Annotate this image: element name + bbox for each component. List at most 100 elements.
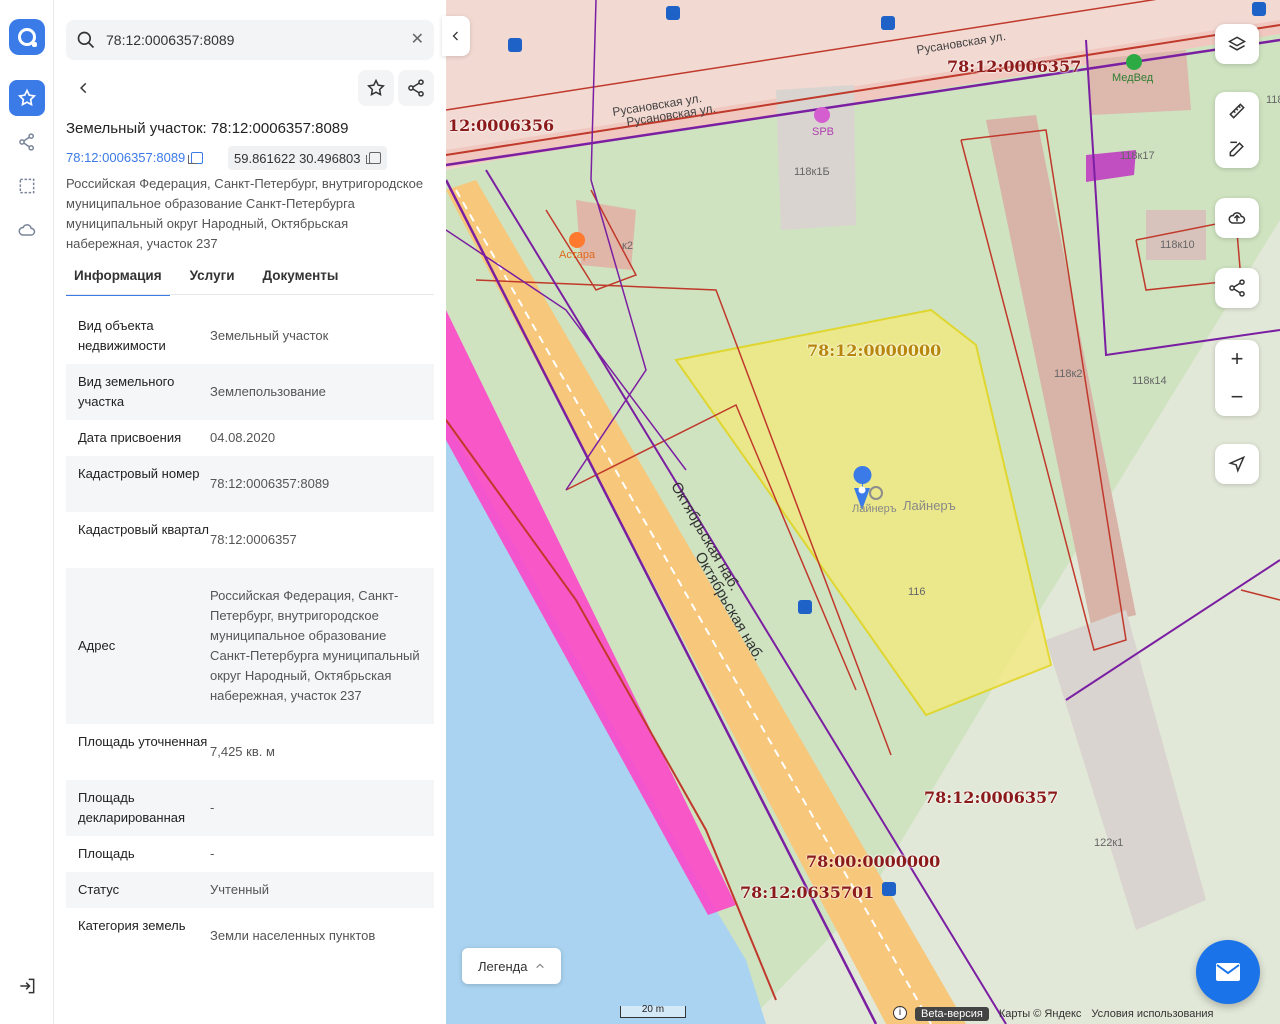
- layers-icon: [1227, 36, 1247, 51]
- spb-marker-icon[interactable]: [814, 107, 830, 123]
- copyright-text[interactable]: Карты © Яндекс: [999, 1008, 1082, 1020]
- tab-documents[interactable]: Документы: [255, 264, 347, 296]
- draw-tools-group: [1215, 92, 1259, 168]
- search-bar[interactable]: 78:12:0006357:8089 ✕: [66, 20, 434, 60]
- star-icon: [367, 78, 385, 96]
- info-icon[interactable]: i: [893, 1006, 907, 1020]
- upload-button[interactable]: [1215, 198, 1259, 238]
- poi-label[interactable]: МедВед: [1112, 72, 1153, 84]
- cadastral-quarter-label[interactable]: 78:00:0000000: [806, 852, 940, 871]
- row-key: Категория земель: [78, 918, 186, 933]
- cloud-icon[interactable]: [9, 212, 45, 248]
- row-key: Дата присвоения: [78, 430, 182, 445]
- legend-button[interactable]: Легенда: [462, 948, 562, 984]
- row-key: Вид земельного участка: [78, 374, 175, 409]
- back-button[interactable]: [70, 76, 98, 100]
- edit-button[interactable]: [1215, 130, 1259, 168]
- poi-label[interactable]: SPB: [812, 126, 834, 138]
- building-118k10: [1146, 210, 1206, 260]
- row-key: Вид объекта недвижимости: [78, 318, 166, 353]
- poi-label[interactable]: Лайнеръ: [852, 503, 897, 515]
- transit-stop-icon[interactable]: [881, 16, 895, 30]
- row-key: Кадастровый номер: [78, 466, 200, 481]
- search-input[interactable]: 78:12:0006357:8089: [106, 32, 234, 48]
- chevron-left-icon: [80, 82, 87, 94]
- table-row: Статус Учтенный: [66, 872, 434, 908]
- row-key: Кадастровый квартал: [78, 522, 209, 537]
- navigation-arrow-icon: [1228, 455, 1246, 473]
- cloud-upload-icon: [1228, 212, 1246, 224]
- transit-stop-icon[interactable]: [666, 6, 680, 20]
- row-value: Земли населенных пунктов: [210, 928, 376, 943]
- cadastral-quarter-label[interactable]: 78:12:0006357: [924, 788, 1058, 807]
- building-118k1b: [776, 85, 856, 230]
- map-share-button[interactable]: [1215, 268, 1259, 308]
- table-row: Площадь декларированная -: [66, 780, 434, 836]
- ruler-icon: [1229, 103, 1245, 119]
- app-logo-icon[interactable]: [9, 19, 45, 55]
- copy-icon[interactable]: [365, 152, 381, 164]
- left-rail: [0, 0, 54, 1024]
- building-number-label: 118к14: [1132, 375, 1167, 387]
- row-value: 04.08.2020: [210, 430, 276, 445]
- clear-search-icon[interactable]: ✕: [411, 32, 424, 48]
- transit-stop-icon[interactable]: [798, 600, 812, 614]
- table-row: Площадь -: [66, 836, 434, 872]
- pharmacy-marker-icon[interactable]: [1126, 54, 1142, 70]
- cadastral-quarter-label[interactable]: 78:12:0635701: [740, 883, 874, 902]
- restaurant-marker-icon[interactable]: [569, 232, 585, 248]
- building-number-label: 118к2: [1054, 368, 1083, 380]
- building-number-label: 116: [908, 586, 926, 598]
- building-number-label: к2: [622, 240, 633, 252]
- share-button[interactable]: [398, 70, 434, 106]
- copy-icon[interactable]: [188, 151, 204, 164]
- mail-icon: [1216, 963, 1240, 981]
- row-key: Площадь уточненная: [78, 734, 208, 749]
- transit-stop-icon[interactable]: [882, 882, 896, 896]
- logout-icon[interactable]: [9, 968, 45, 1004]
- transit-stop-icon[interactable]: [508, 38, 522, 52]
- legend-label: Легенда: [478, 958, 528, 974]
- cadastral-number-link[interactable]: 78:12:0006357:8089: [66, 150, 204, 165]
- geolocate-button[interactable]: [1215, 444, 1259, 484]
- selection-area-icon[interactable]: [9, 168, 45, 204]
- ruler-button[interactable]: [1215, 92, 1259, 130]
- chevron-left-icon: [452, 31, 458, 41]
- object-title: Земельный участок: 78:12:0006357:8089: [66, 120, 349, 137]
- tab-information[interactable]: Информация: [66, 264, 170, 296]
- cadastral-quarter-label[interactable]: 12:0006356: [448, 116, 554, 135]
- poi-label[interactable]: Лайнеръ: [903, 498, 956, 513]
- poi-label[interactable]: Астара: [559, 249, 595, 261]
- row-key: Адрес: [78, 638, 116, 653]
- coordinates-chip[interactable]: 59.861622 30.496803: [228, 146, 387, 170]
- tab-services[interactable]: Услуги: [182, 264, 243, 296]
- favorite-button[interactable]: [358, 70, 394, 106]
- cadastral-number-text[interactable]: 78:12:0006357:8089: [66, 150, 185, 165]
- beta-badge: Beta-версия: [915, 1007, 989, 1021]
- cadastral-quarter-label[interactable]: 78:12:0006357: [947, 57, 1081, 76]
- row-value: -: [210, 846, 215, 861]
- map-footer: Beta-версия Карты © Яндекс Условия испол…: [915, 1005, 1214, 1023]
- zoom-controls: + −: [1215, 340, 1259, 416]
- row-value: 78:12:0006357: [210, 532, 297, 547]
- row-value: 7,425 кв. м: [210, 744, 275, 759]
- row-key: Площадь декларированная: [78, 790, 186, 825]
- location-pin-dot: [858, 486, 866, 494]
- transit-stop-icon[interactable]: [1252, 2, 1266, 16]
- layers-button[interactable]: [1215, 24, 1259, 64]
- map-view[interactable]: 78:12:0006357 12:0006356 78:12:0000000 7…: [446, 0, 1280, 1024]
- zoom-out-button[interactable]: −: [1215, 378, 1259, 416]
- table-row: Вид объекта недвижимости Земельный участо…: [66, 308, 434, 364]
- search-icon: [77, 31, 95, 49]
- terms-link[interactable]: Условия использования: [1091, 1008, 1213, 1020]
- cadastral-quarter-label[interactable]: 78:12:0000000: [807, 341, 941, 360]
- collapse-panel-button[interactable]: [442, 16, 470, 56]
- zoom-in-button[interactable]: +: [1215, 340, 1259, 378]
- row-value: -: [210, 800, 215, 815]
- favorites-star-icon[interactable]: [9, 80, 45, 116]
- table-row: Кадастровый квартал 78:12:0006357: [66, 512, 434, 568]
- route-nodes-icon[interactable]: [9, 124, 45, 160]
- info-tabs: Информация Услуги Документы: [66, 264, 434, 296]
- feedback-mail-button[interactable]: [1196, 940, 1260, 1004]
- info-table: Вид объекта недвижимости Земельный участо…: [66, 308, 434, 964]
